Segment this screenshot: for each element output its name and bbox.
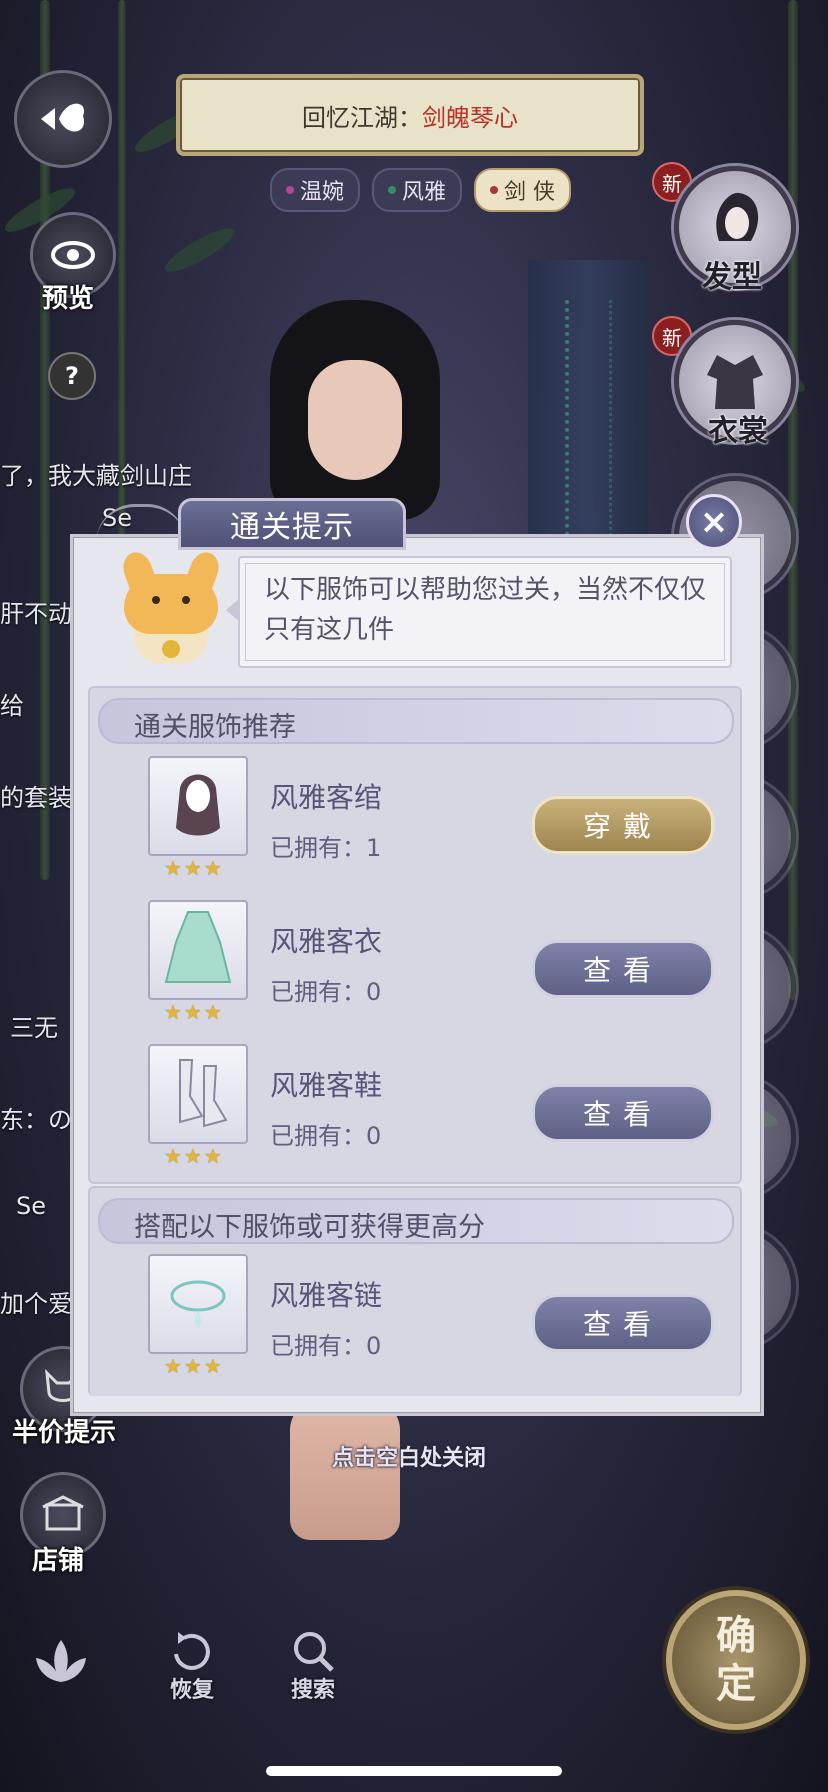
- item-thumbnail[interactable]: [148, 900, 248, 1000]
- fox-mascot: [116, 548, 226, 674]
- search-label: 搜索: [290, 1678, 335, 1703]
- tag-dot-icon: [286, 186, 294, 194]
- eye-icon: [51, 241, 95, 269]
- half-price-hint-label: 半价提示: [12, 1418, 117, 1448]
- chat-line: Se: [16, 1192, 46, 1220]
- style-tag-label: 剑 侠: [504, 180, 556, 205]
- section-title: 通关服饰推荐: [134, 712, 296, 743]
- rune-glyph: [565, 300, 612, 560]
- lotus-icon: [36, 1640, 86, 1682]
- chat-line: 东：の: [0, 1106, 72, 1134]
- style-tag: 剑 侠: [474, 168, 572, 212]
- bamboo-leaf: [160, 221, 240, 279]
- shop-icon: [42, 1495, 84, 1531]
- confirm-label-2: 定: [716, 1661, 756, 1707]
- help-icon: ?: [65, 362, 79, 390]
- outfit-item: ★★★ 风雅客衣 已拥有：0 查看: [90, 900, 740, 1040]
- item-owned-count: 已拥有：0: [270, 1122, 382, 1150]
- search-button[interactable]: 搜索: [288, 1628, 338, 1704]
- view-button[interactable]: 查看: [532, 1084, 714, 1142]
- speech-text: 以下服饰可以帮助您过关，当然不仅仅只有这几件: [264, 575, 707, 645]
- bonus-outfits-section: 搭配以下服饰或可获得更高分 ★★★ 风雅客链 已拥有：0 查看: [88, 1186, 742, 1396]
- back-button[interactable]: [14, 70, 112, 168]
- section-header: 通关服饰推荐: [98, 698, 734, 744]
- mascot-bell: [162, 640, 180, 658]
- restore-icon: [174, 1632, 210, 1670]
- item-thumbnail[interactable]: [148, 1044, 248, 1144]
- style-tag: 风雅: [372, 168, 463, 212]
- outfit-item: ★★★ 风雅客绾 已拥有：1 穿戴: [90, 756, 740, 896]
- item-name: 风雅客鞋: [270, 1069, 383, 1102]
- speech-tail: [226, 598, 240, 622]
- mascot-head: [124, 574, 218, 634]
- search-icon: [294, 1632, 334, 1672]
- chat-line: 肝不动: [0, 600, 72, 628]
- item-owned-count: 已拥有：0: [270, 1332, 382, 1360]
- outfit-item: ★★★ 风雅客链 已拥有：0 查看: [90, 1254, 740, 1394]
- chapter-title-name: 剑魄琴心: [422, 103, 518, 132]
- style-tags: 温婉 风雅 剑 侠: [270, 168, 572, 212]
- item-thumbnail[interactable]: [148, 1254, 248, 1354]
- lotus-button[interactable]: [26, 1632, 96, 1692]
- tag-dot-icon: [388, 186, 397, 194]
- wear-button[interactable]: 穿戴: [532, 796, 714, 854]
- back-butterfly-icon: [41, 103, 85, 132]
- rarity-stars: ★★★: [164, 856, 224, 880]
- item-name: 风雅客链: [270, 1279, 383, 1312]
- confirm-label-1: 确: [716, 1613, 756, 1659]
- preview-label: 预览: [42, 284, 95, 314]
- hair-accessory-icon: [176, 774, 220, 836]
- clothes-label: 衣裳: [708, 414, 768, 449]
- shop-label: 店铺: [32, 1546, 85, 1576]
- style-tag-label: 风雅: [402, 180, 447, 205]
- help-button[interactable]: ?: [48, 352, 96, 400]
- chat-line: 加个爱: [0, 1290, 72, 1318]
- dialog-title: 通关提示: [178, 498, 406, 550]
- speech-bubble: 以下服饰可以帮助您过关，当然不仅仅只有这几件: [226, 556, 732, 668]
- chapter-title-bar: 回忆江湖： 剑魄琴心: [176, 74, 644, 156]
- recommended-outfits-section: 通关服饰推荐 ★★★ 风雅客绾 已拥有：1 穿戴 ★★★ 风雅客衣 已拥有：0 …: [88, 686, 742, 1184]
- close-button[interactable]: ×: [686, 494, 742, 550]
- section-header: 搭配以下服饰或可获得更高分: [98, 1198, 734, 1244]
- hairstyle-label: 发型: [702, 260, 762, 295]
- restore-button[interactable]: 恢复: [164, 1628, 220, 1704]
- character-face: [308, 360, 402, 480]
- item-owned-count: 已拥有：1: [270, 834, 382, 862]
- chat-line: 三无: [10, 1014, 58, 1042]
- mascot-eye: [152, 596, 160, 604]
- style-tag-label: 温婉: [300, 180, 345, 205]
- view-button[interactable]: 查看: [532, 940, 714, 998]
- rarity-stars: ★★★: [164, 1354, 224, 1378]
- close-icon: ×: [699, 502, 729, 542]
- style-tag: 温婉: [270, 168, 361, 212]
- chapter-title-prefix: 回忆江湖：: [302, 103, 422, 132]
- chat-line: 给: [0, 692, 24, 720]
- rarity-stars: ★★★: [164, 1000, 224, 1024]
- outfit-item: ★★★ 风雅客鞋 已拥有：0 查看: [90, 1044, 740, 1184]
- shoes-icon: [179, 1059, 228, 1128]
- necklace-icon: [170, 1280, 226, 1328]
- rarity-stars: ★★★: [164, 1144, 224, 1168]
- item-name: 风雅客衣: [270, 925, 383, 958]
- home-indicator[interactable]: [266, 1766, 562, 1776]
- mascot-eye: [182, 596, 190, 604]
- chat-line: 了，我大藏剑山庄: [0, 462, 192, 490]
- confirm-button[interactable]: 确定: [666, 1590, 806, 1730]
- item-name: 风雅客绾: [270, 781, 383, 814]
- robe-icon: [164, 911, 232, 983]
- chat-line: 的套装: [0, 784, 72, 812]
- view-button[interactable]: 查看: [532, 1294, 714, 1352]
- restore-label: 恢复: [169, 1678, 214, 1703]
- section-title: 搭配以下服饰或可获得更高分: [134, 1212, 485, 1243]
- tap-to-close-hint[interactable]: 点击空白处关闭: [332, 1440, 486, 1472]
- item-owned-count: 已拥有：0: [270, 978, 382, 1006]
- item-thumbnail[interactable]: [148, 756, 248, 856]
- tag-dot-icon: [490, 186, 499, 194]
